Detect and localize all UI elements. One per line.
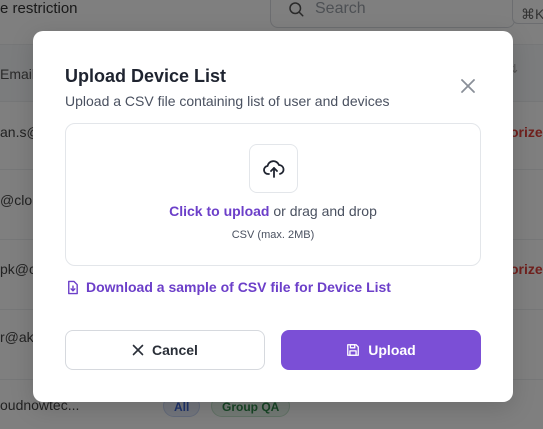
x-icon bbox=[132, 344, 144, 356]
close-icon bbox=[461, 79, 475, 93]
modal-subtitle: Upload a CSV file containing list of use… bbox=[65, 93, 390, 109]
file-constraint-hint: CSV (max. 2MB) bbox=[231, 229, 315, 241]
file-download-icon bbox=[68, 280, 78, 294]
upload-device-list-modal: Upload Device List Upload a CSV file con… bbox=[33, 31, 513, 402]
cancel-label: Cancel bbox=[152, 342, 198, 358]
download-sample-label: Download a sample of CSV file for Device… bbox=[86, 279, 391, 295]
upload-button[interactable]: Upload bbox=[281, 330, 481, 370]
drag-drop-text: or drag and drop bbox=[269, 203, 377, 219]
upload-label: Upload bbox=[368, 342, 416, 358]
close-button[interactable] bbox=[457, 75, 479, 97]
floppy-disk-icon bbox=[347, 344, 360, 356]
modal-title: Upload Device List bbox=[65, 66, 227, 86]
download-sample-link[interactable]: Download a sample of CSV file for Device… bbox=[65, 279, 391, 295]
file-dropzone[interactable]: Click to upload or drag and drop CSV (ma… bbox=[65, 123, 481, 266]
cancel-button[interactable]: Cancel bbox=[65, 330, 265, 370]
dropzone-instructions: Click to upload or drag and drop bbox=[66, 203, 480, 219]
cloud-upload-icon bbox=[262, 159, 284, 178]
upload-icon-box bbox=[249, 144, 298, 193]
click-to-upload-link[interactable]: Click to upload bbox=[169, 203, 269, 219]
